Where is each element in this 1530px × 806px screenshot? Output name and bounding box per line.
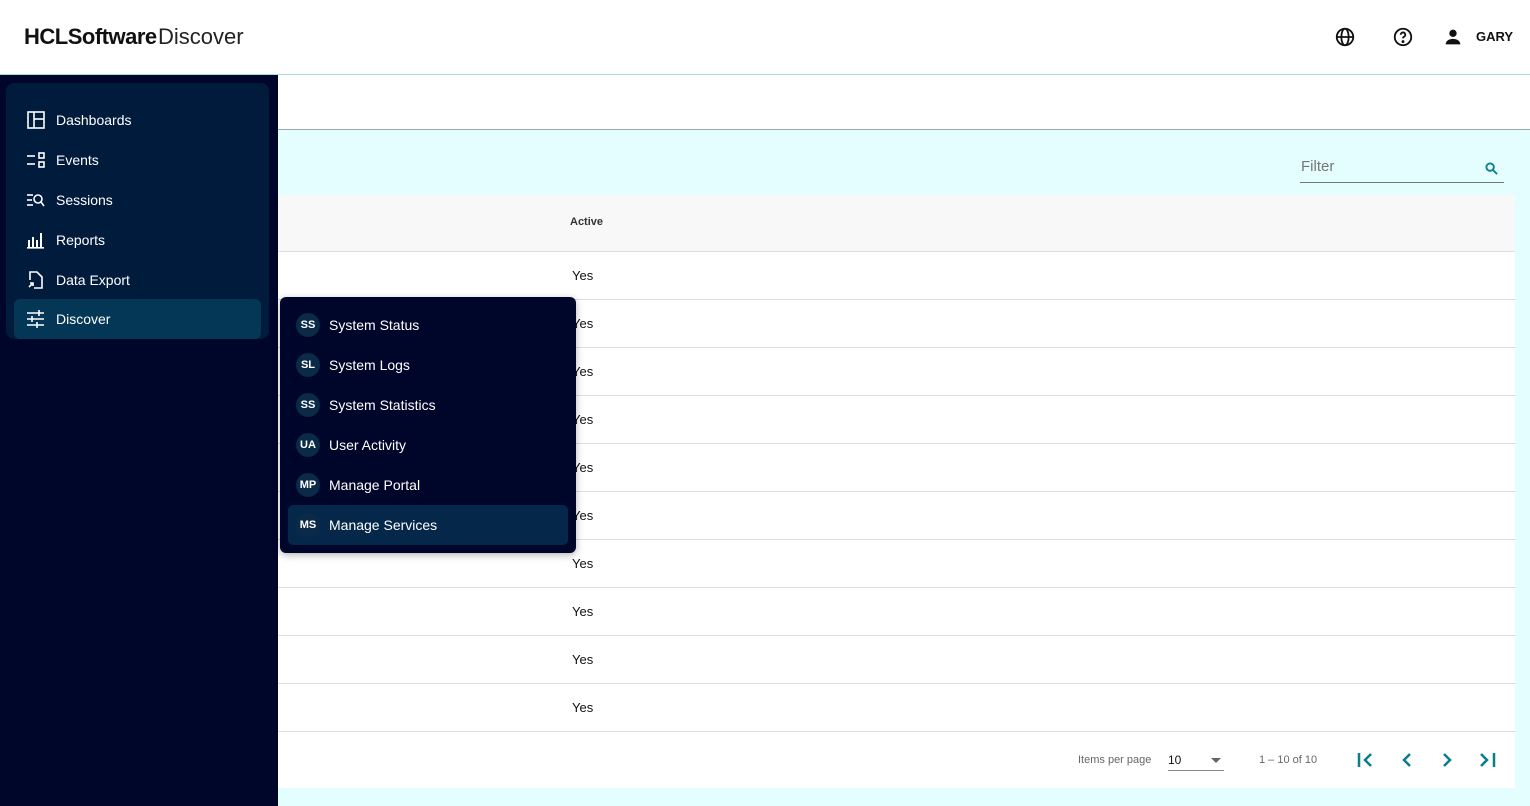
- sidebar-item-label: Sessions: [56, 192, 113, 208]
- submenu-item-system-statistics[interactable]: SS System Statistics: [288, 385, 568, 425]
- user-icon[interactable]: [1442, 26, 1464, 48]
- brand-logo: HCLSoftware: [24, 24, 157, 49]
- sidebar-item-events[interactable]: Events: [14, 140, 261, 180]
- active-cell: Yes: [572, 268, 594, 283]
- filter-placeholder: Filter: [1301, 158, 1335, 175]
- tune-icon: [27, 310, 44, 328]
- discover-submenu: SS System Status SL System Logs SS System Sta…: [280, 297, 576, 553]
- sidebar-item-label: Events: [56, 152, 99, 168]
- sidebar-item-discover[interactable]: Discover: [14, 299, 261, 339]
- sidebar-item-sessions[interactable]: Sessions: [14, 180, 261, 220]
- user-name[interactable]: GARY: [1476, 29, 1513, 44]
- active-cell: Yes: [572, 652, 594, 667]
- sidebar-item-label: Reports: [56, 232, 106, 248]
- page-size-value: 10: [1168, 753, 1182, 767]
- page-range: 1 – 10 of 10: [1259, 754, 1318, 766]
- next-page-icon[interactable]: [1438, 750, 1456, 770]
- item-badge: UA: [296, 433, 320, 457]
- sidebar-item-data-export[interactable]: Data Export: [14, 260, 261, 300]
- column-header-active[interactable]: Active: [570, 216, 603, 228]
- first-page-icon[interactable]: [1356, 750, 1378, 770]
- active-cell: Yes: [572, 556, 594, 571]
- previous-page-icon[interactable]: [1398, 750, 1416, 770]
- table-row[interactable]: Yes: [278, 684, 1515, 732]
- search-icon[interactable]: [1485, 162, 1498, 175]
- submenu-item-label: System Statistics: [329, 397, 436, 413]
- last-page-icon[interactable]: [1476, 750, 1498, 770]
- table-row[interactable]: Yes: [278, 252, 1515, 300]
- globe-icon[interactable]: [1334, 26, 1356, 48]
- submenu-item-manage-services[interactable]: MS Manage Services: [288, 505, 568, 545]
- submenu-item-user-activity[interactable]: UA User Activity: [288, 425, 568, 465]
- sessions-icon: [27, 194, 45, 207]
- items-per-page-label: Items per page: [1078, 754, 1152, 766]
- table-row[interactable]: Yes: [278, 588, 1515, 636]
- dashboard-icon: [27, 111, 45, 129]
- help-icon[interactable]: [1392, 26, 1414, 48]
- paginator: Items per page 10 1 – 10 of 10: [278, 732, 1515, 788]
- item-badge: MP: [296, 473, 320, 497]
- sidebar-item-reports[interactable]: Reports: [14, 220, 261, 260]
- submenu-item-label: User Activity: [329, 437, 407, 453]
- submenu-item-system-status[interactable]: SS System Status: [288, 305, 568, 345]
- submenu-item-manage-portal[interactable]: MP Manage Portal: [288, 465, 568, 505]
- sidebar-item-label: Dashboards: [56, 112, 132, 128]
- product-name: Discover: [158, 24, 244, 49]
- item-badge: MS: [296, 513, 320, 537]
- dropdown-arrow-icon: [1211, 758, 1221, 768]
- app-header: HCLSoftware Discover GARY: [0, 0, 1530, 75]
- item-badge: SL: [296, 353, 320, 377]
- item-badge: SS: [296, 313, 320, 337]
- submenu-item-label: Manage Portal: [329, 477, 421, 493]
- sidebar-item-label: Data Export: [56, 272, 130, 288]
- submenu-item-label: System Status: [329, 317, 420, 333]
- filter-input[interactable]: Filter: [1300, 158, 1504, 183]
- table-row[interactable]: Yes: [278, 636, 1515, 684]
- reports-icon: [27, 233, 44, 249]
- events-icon: [27, 152, 45, 168]
- sidebar-item-dashboards[interactable]: Dashboards: [14, 100, 261, 140]
- active-cell: Yes: [572, 700, 594, 715]
- submenu-item-label: Manage Services: [329, 517, 438, 533]
- item-badge: SS: [296, 393, 320, 417]
- page-toolbar: [278, 75, 1530, 130]
- export-icon: [28, 271, 43, 289]
- sidebar-item-label: Discover: [56, 311, 111, 327]
- submenu-item-system-logs[interactable]: SL System Logs: [288, 345, 568, 385]
- submenu-item-label: System Logs: [329, 357, 410, 373]
- page-size-select[interactable]: 10: [1168, 747, 1224, 771]
- sidebar: Dashboards Events Sessions Reports Data …: [0, 75, 278, 806]
- active-cell: Yes: [572, 604, 594, 619]
